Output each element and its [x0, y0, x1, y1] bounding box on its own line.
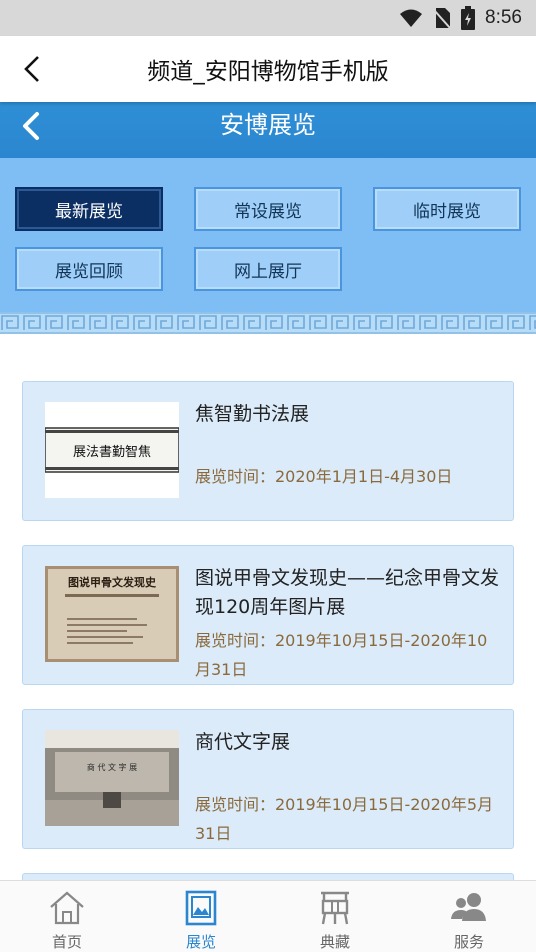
category-temporary[interactable]: 临时展览: [373, 187, 521, 231]
exhibition-name: 商代文字展: [195, 731, 291, 753]
category-online-hall[interactable]: 网上展厅: [194, 247, 342, 291]
tab-service[interactable]: 服务: [402, 881, 536, 952]
status-time: 8:56: [485, 7, 522, 28]
app-bar: 频道_安阳博物馆手机版: [0, 36, 536, 102]
thumbnail-caption: 图说甲骨文发现史: [68, 575, 157, 589]
users-icon: [451, 893, 486, 921]
tab-collection[interactable]: 典藏: [268, 881, 402, 952]
page-title: 频道_安阳博物馆手机版: [147, 59, 389, 85]
exhibition-thumbnail: 图说甲骨文发现史: [45, 566, 179, 662]
tab-label: 展览: [185, 933, 216, 951]
exhibition-date: 展览时间：2020年1月1日-4月30日: [195, 467, 453, 486]
exhibition-thumbnail: 展法書勤智焦: [45, 402, 179, 498]
thumbnail-caption: 展法書勤智焦: [73, 445, 151, 460]
list-item[interactable]: 展法書勤智焦 焦智勤书法展 展览时间：2020年1月1日-4月30日: [22, 381, 514, 521]
tab-label: 典藏: [319, 933, 350, 951]
meander-border: [0, 312, 536, 334]
wifi-icon: [400, 9, 423, 27]
category-panel: 最新展览 常设展览 临时展览 展览回顾 网上展厅: [0, 158, 536, 334]
category-latest[interactable]: 最新展览: [15, 187, 163, 231]
tab-label: 首页: [51, 933, 82, 951]
tab-exhibition[interactable]: 展览: [134, 881, 268, 952]
status-bar: 8:56: [0, 0, 536, 36]
tab-label: 服务: [453, 933, 484, 951]
exhibition-date: 展览时间：2019年10月15日-2020年10月31日: [195, 631, 488, 679]
section-title: 安博展览: [220, 111, 316, 139]
bronze-vessel-icon: [321, 891, 349, 925]
exhibition-name: 焦智勤书法展: [195, 403, 310, 425]
category-review[interactable]: 展览回顾: [15, 247, 163, 291]
frame-icon: [185, 890, 217, 926]
exhibition-thumbnail: 商 代 文 字 展: [45, 730, 179, 826]
section-header: 安博展览: [0, 102, 536, 158]
no-sim-icon: [433, 8, 451, 29]
list-item[interactable]: 商 代 文 字 展 商代文字展 展览时间：2019年10月15日-2020年5月…: [22, 709, 514, 849]
tab-home[interactable]: 首页: [0, 881, 134, 952]
exhibition-list: 展法書勤智焦 焦智勤书法展 展览时间：2020年1月1日-4月30日 图说甲骨文…: [0, 334, 536, 880]
thumbnail-caption: 商 代 文 字 展: [87, 762, 137, 772]
bottom-tab-bar: 首页 展览 典藏 服务: [0, 880, 536, 952]
exhibition-name: 图说甲骨文发现史——纪念甲骨文发现120周年图片展: [195, 567, 500, 618]
home-icon: [50, 891, 84, 925]
list-item[interactable]: 图说甲骨文发现史 图说甲骨文发现史——纪念甲骨文发现120周年图片展 展览时间：…: [22, 545, 514, 685]
exhibition-date: 展览时间：2019年10月15日-2020年5月31日: [195, 795, 494, 843]
category-permanent[interactable]: 常设展览: [194, 187, 342, 231]
back-arrow-icon[interactable]: [18, 54, 48, 84]
battery-icon: [461, 6, 476, 30]
list-item[interactable]: [22, 873, 514, 880]
